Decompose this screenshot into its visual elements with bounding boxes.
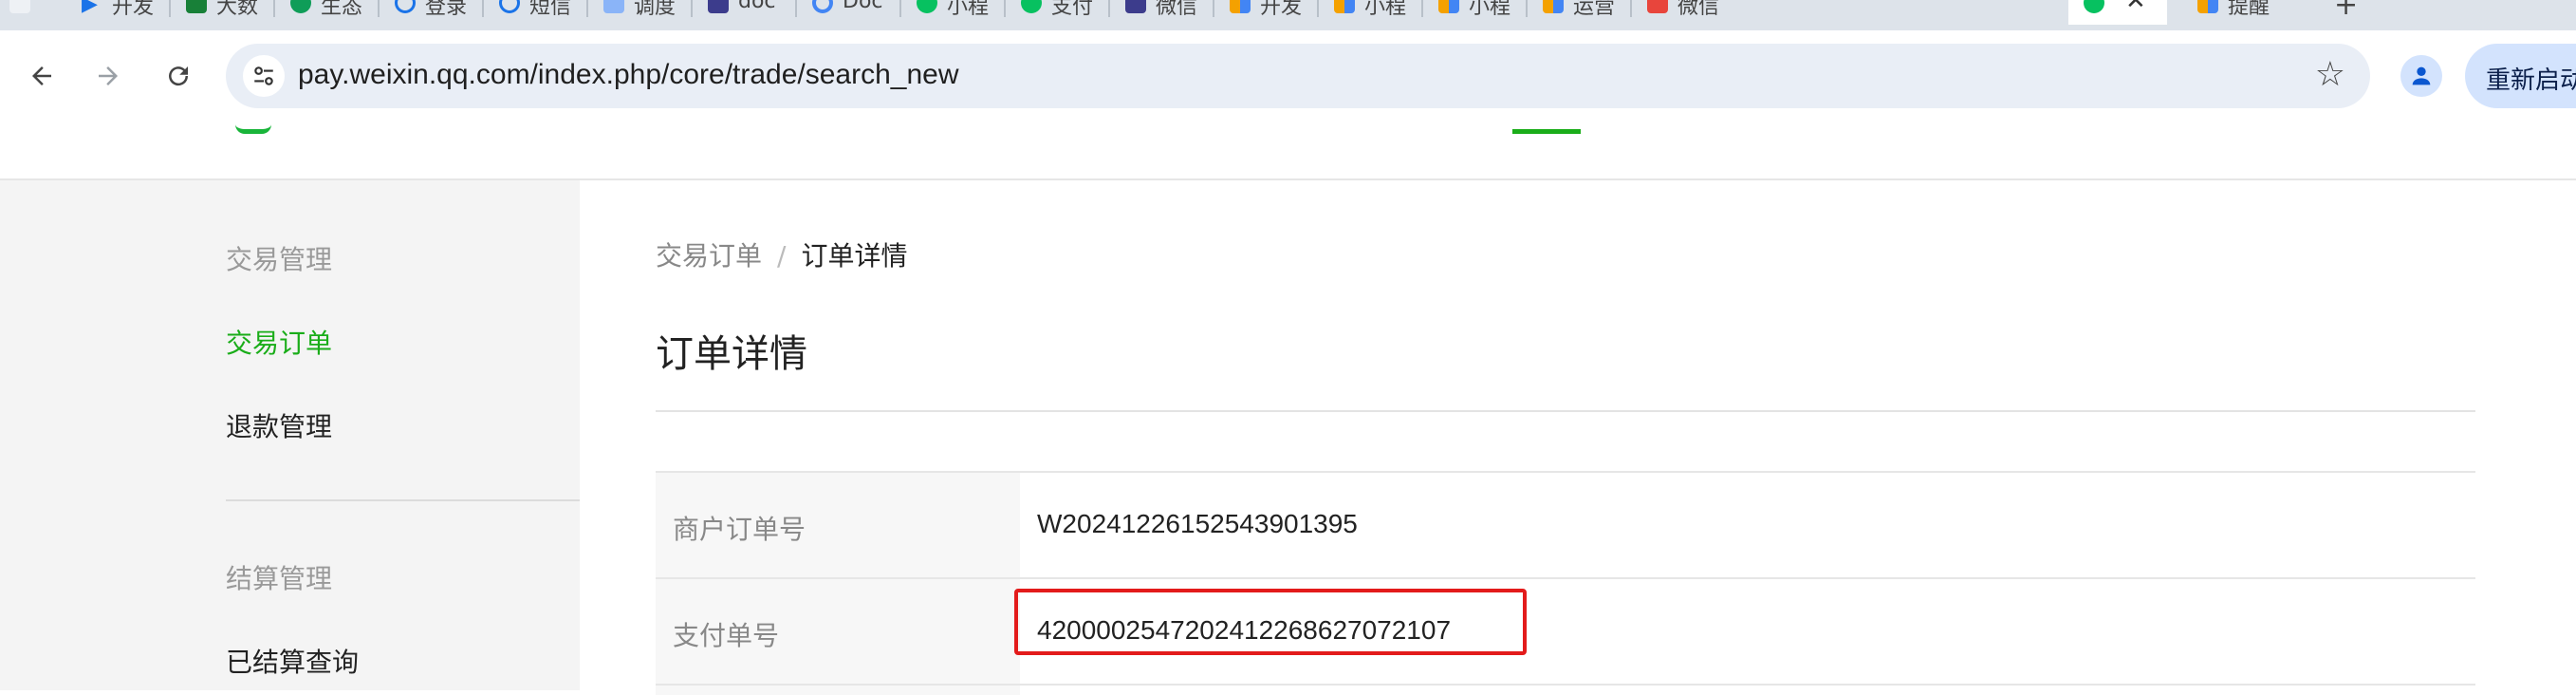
profile-avatar-icon[interactable]	[2400, 55, 2442, 97]
field-label-cell: 商户订单号	[656, 473, 1020, 577]
new-tab-icon[interactable]: +	[2334, 0, 2358, 22]
tab-label: 微信	[1156, 0, 1198, 19]
tab-strip: ▶ 开发 大数 生态 登录 短信 调度 doc Doc 小程 支付 微信 开发 …	[0, 0, 2576, 30]
breadcrumb-parent-link[interactable]: 交易订单	[656, 240, 762, 272]
doc-icon	[603, 0, 624, 13]
table-row-merchant-order: 商户订单号 W20241226152543901395	[656, 471, 2475, 577]
tab-18[interactable]: 提醒	[2182, 0, 2306, 25]
field-label-cell: 支付单号	[656, 579, 1020, 684]
tab-label: 生态	[321, 0, 363, 19]
tab-1[interactable]: ▶ 开发	[66, 0, 171, 25]
wechat-icon	[1021, 0, 1042, 13]
merchant-order-no-value: W20241226152543901395	[1037, 509, 1358, 538]
reload-icon[interactable]	[156, 53, 201, 99]
address-bar[interactable]: pay.weixin.qq.com/index.php/core/trade/s…	[226, 44, 2370, 108]
wechat-icon	[2084, 0, 2104, 13]
cloud-icon	[395, 0, 416, 13]
tab-7[interactable]: doc	[693, 0, 797, 25]
sidebar: 交易管理 交易订单 退款管理 结算管理 已结算查询	[0, 180, 580, 690]
sheet-icon	[186, 0, 207, 13]
back-icon[interactable]	[19, 53, 65, 99]
shapes-icon	[2197, 0, 2218, 13]
tab-10[interactable]: 支付	[1006, 0, 1110, 25]
tab-label: 小程	[947, 0, 990, 19]
tab-label: 短信	[529, 0, 572, 19]
square-icon	[1647, 0, 1668, 13]
field-label-cell	[656, 686, 1020, 695]
tab-blank-icon	[9, 0, 30, 13]
wechat-pay-logo-icon[interactable]	[235, 122, 271, 134]
tab-12[interactable]: 开发	[1214, 0, 1319, 25]
shapes-icon	[1543, 0, 1564, 13]
tab-label: 登录	[425, 0, 468, 19]
tab-active[interactable]: ✕	[2068, 0, 2167, 25]
tab-16[interactable]: 微信	[1632, 0, 1736, 25]
table-row-next	[656, 684, 2475, 695]
title-divider	[656, 410, 2475, 412]
main-content: 交易订单 / 订单详情 订单详情 商户订单号 W202412261525439013…	[580, 180, 2576, 695]
site-settings-icon[interactable]	[243, 55, 285, 97]
relaunch-button[interactable]: 重新启动	[2465, 44, 2576, 108]
page-title: 订单详情	[656, 332, 807, 376]
app-icon	[1125, 0, 1146, 13]
shapes-icon	[1438, 0, 1459, 13]
close-tab-icon[interactable]: ✕	[2125, 0, 2146, 15]
shapes-icon	[1230, 0, 1251, 13]
tab-label: 提醒	[2228, 0, 2270, 19]
tab-2[interactable]: 大数	[171, 0, 275, 25]
app-icon	[708, 0, 729, 13]
tab-label: 小程	[1469, 0, 1511, 19]
bookmark-star-icon[interactable]: ☆	[2315, 55, 2345, 94]
wechat-icon	[917, 0, 937, 13]
tab-label: 小程	[1364, 0, 1407, 19]
tab-label: 运营	[1573, 0, 1616, 19]
active-nav-indicator	[1512, 129, 1581, 134]
tab-14[interactable]: 小程	[1423, 0, 1528, 25]
sidebar-item-trade-orders[interactable]: 交易订单	[226, 323, 332, 361]
payment-no-value: 4200002547202412268627072107	[1037, 615, 1452, 645]
leaf-icon	[290, 0, 311, 13]
tab-11[interactable]: 微信	[1110, 0, 1214, 25]
forward-icon[interactable]	[85, 53, 131, 99]
order-detail-table: 商户订单号 W20241226152543901395 支付单号 4200002…	[656, 471, 2475, 695]
sidebar-divider	[226, 499, 580, 501]
breadcrumb: 交易订单 / 订单详情	[656, 235, 907, 273]
sidebar-group-trade: 交易管理	[226, 244, 333, 275]
sidebar-group-settlement: 结算管理	[226, 563, 333, 594]
breadcrumb-current: 订单详情	[801, 240, 908, 272]
browser-toolbar: pay.weixin.qq.com/index.php/core/trade/s…	[0, 30, 2576, 122]
url-text[interactable]: pay.weixin.qq.com/index.php/core/trade/s…	[298, 59, 959, 91]
tab-label: 开发	[112, 0, 155, 19]
tab-4[interactable]: 登录	[380, 0, 484, 25]
tab-5[interactable]: 短信	[484, 0, 588, 25]
sidebar-item-refunds[interactable]: 退款管理	[226, 406, 332, 444]
merchant-order-no-label: 商户订单号	[673, 514, 806, 545]
sidebar-item-settled-query[interactable]: 已结算查询	[226, 642, 359, 680]
tab-label: 微信	[1677, 0, 1720, 19]
tab-label: 大数	[216, 0, 259, 19]
tab-label: 调度	[634, 0, 676, 19]
globe-icon	[812, 0, 833, 13]
table-row-payment-no: 支付单号 4200002547202412268627072107	[656, 577, 2475, 684]
tab-9[interactable]: 小程	[901, 0, 1006, 25]
shapes-icon	[1334, 0, 1355, 13]
tab-15[interactable]: 运营	[1528, 0, 1632, 25]
tab-label: 支付	[1051, 0, 1094, 19]
tab-3[interactable]: 生态	[275, 0, 380, 25]
tab-label: doc	[738, 0, 776, 13]
tab-13[interactable]: 小程	[1319, 0, 1423, 25]
payment-no-label: 支付单号	[673, 620, 780, 651]
site-header	[0, 122, 2576, 180]
cloud-icon	[499, 0, 520, 13]
breadcrumb-separator: /	[777, 240, 787, 272]
tab-8[interactable]: Doc	[797, 0, 901, 25]
tab-stub[interactable]	[0, 0, 66, 25]
relaunch-label: 重新启动	[2486, 66, 2576, 95]
tab-label: Doc	[843, 0, 883, 13]
play-icon: ▶	[82, 0, 98, 16]
tab-label: 开发	[1260, 0, 1303, 19]
tab-6[interactable]: 调度	[588, 0, 693, 25]
